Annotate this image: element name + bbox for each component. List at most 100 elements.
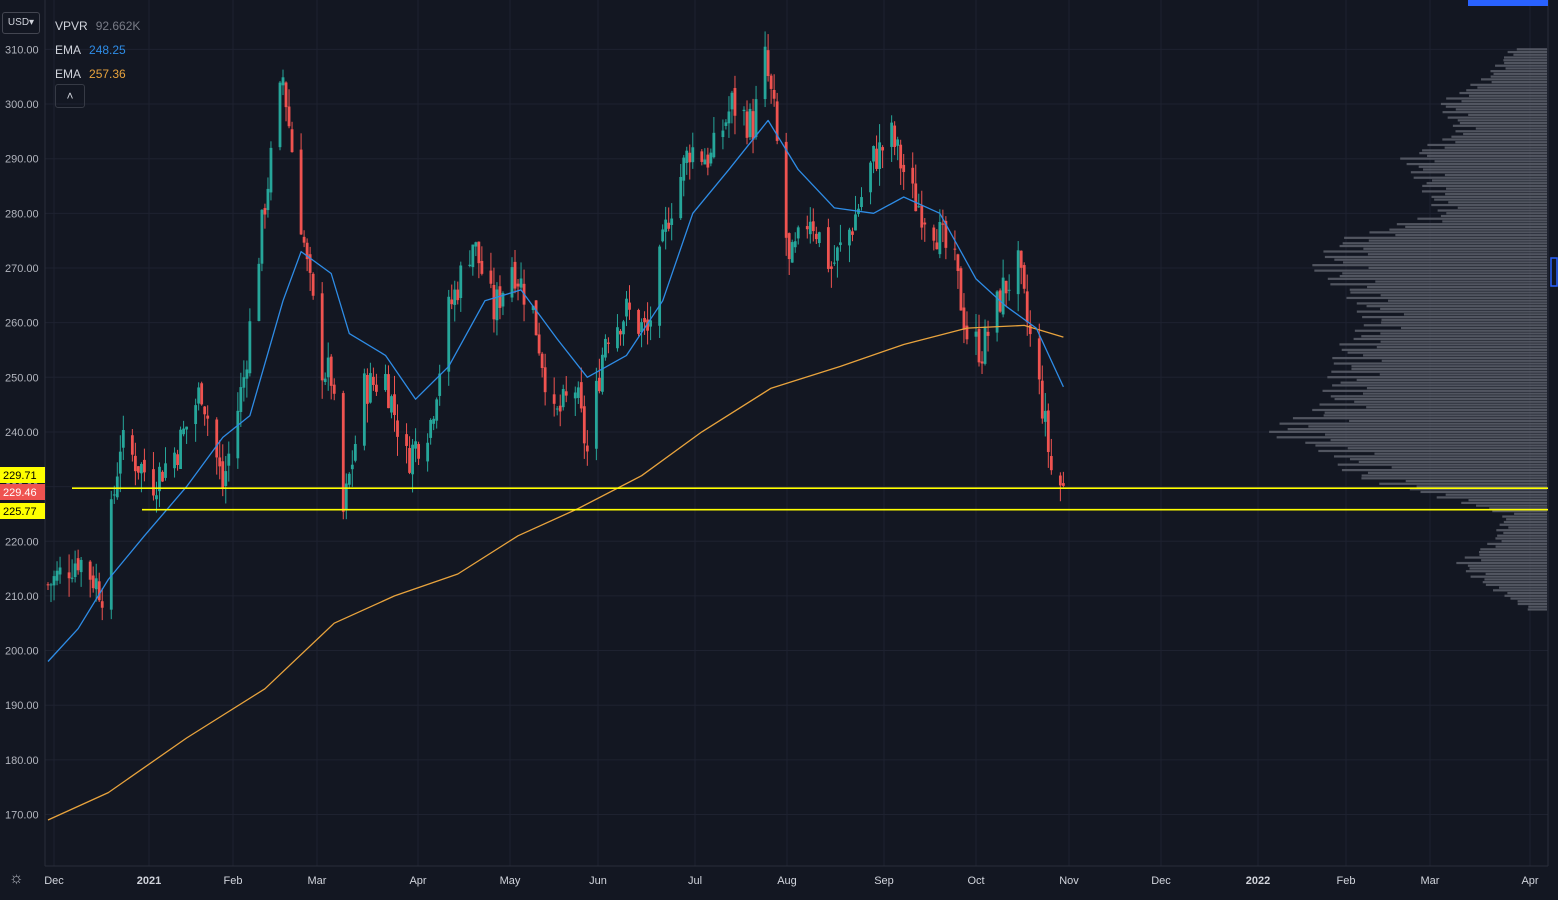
volume-profile-bar bbox=[1332, 356, 1547, 360]
currency-selector[interactable]: USD▾ bbox=[2, 12, 40, 34]
candle-body bbox=[405, 434, 408, 446]
candle-body bbox=[269, 147, 273, 193]
volume-profile-bar bbox=[1403, 313, 1547, 316]
candle-body bbox=[326, 357, 330, 378]
candle-body bbox=[260, 209, 264, 264]
volume-profile-bar bbox=[1368, 239, 1547, 242]
candle-body bbox=[341, 393, 345, 512]
candle-body bbox=[881, 147, 885, 151]
price-chart[interactable]: 310.00 300.00 290.00 280.00 270.00 260.00 250.… bbox=[0, 0, 1558, 900]
candle-body bbox=[784, 141, 788, 238]
candle-body bbox=[76, 558, 80, 571]
legend-ema-fast[interactable]: EMA 248.25 bbox=[55, 38, 140, 62]
candle-body bbox=[670, 218, 674, 226]
candle-body bbox=[353, 444, 357, 461]
volume-profile-bar bbox=[1431, 203, 1547, 207]
volume-profile-bar bbox=[1330, 438, 1547, 442]
volume-profile-bar bbox=[1269, 430, 1547, 433]
candle-body bbox=[281, 77, 285, 86]
volume-profile-bar bbox=[1375, 280, 1547, 283]
x-tick-label: Feb bbox=[224, 875, 243, 887]
candle-body bbox=[854, 214, 857, 231]
volume-profile-bar bbox=[1327, 277, 1547, 280]
volume-profile-bar bbox=[1324, 411, 1547, 414]
candle-body bbox=[468, 264, 472, 266]
candle-body bbox=[350, 464, 354, 470]
volume-profile-bar bbox=[1440, 102, 1547, 106]
volume-profile-bar bbox=[1504, 594, 1547, 597]
volume-profile-bar bbox=[1516, 48, 1547, 51]
volume-profile-bar bbox=[1506, 518, 1547, 521]
candle-body bbox=[941, 223, 945, 225]
candle-body bbox=[176, 454, 179, 466]
candle-body bbox=[980, 361, 984, 364]
volume-profile-bar bbox=[1442, 138, 1547, 141]
candle-body bbox=[745, 111, 749, 138]
volume-profile-bar bbox=[1325, 433, 1547, 436]
volume-profile-bar bbox=[1356, 302, 1547, 305]
candle-body bbox=[52, 576, 56, 586]
legend-vpvr-value: 92.662K bbox=[95, 19, 141, 33]
volume-profile-bar bbox=[1461, 501, 1547, 504]
candle-body bbox=[447, 296, 451, 372]
candle-body bbox=[688, 152, 692, 163]
volume-profile-bar bbox=[1467, 564, 1547, 567]
candle-body bbox=[872, 146, 875, 162]
legend-collapse-button[interactable]: ˄ bbox=[55, 84, 85, 108]
legend-ema-fast-value: 248.25 bbox=[89, 43, 126, 57]
volume-profile-bar bbox=[1349, 458, 1547, 461]
candle-body bbox=[772, 89, 776, 99]
candle-body bbox=[245, 369, 249, 379]
candle-body bbox=[290, 129, 294, 153]
y-tick-label: 290.00 bbox=[5, 154, 39, 166]
legend-ema-slow[interactable]: EMA 257.36 bbox=[55, 62, 140, 86]
volume-profile-bar bbox=[1491, 80, 1547, 84]
volume-profile-bar bbox=[1469, 567, 1547, 570]
volume-profile-bar bbox=[1423, 168, 1547, 171]
candle-body bbox=[769, 75, 773, 89]
volume-profile-bar bbox=[1437, 209, 1547, 212]
candle-body bbox=[152, 469, 155, 496]
candle-body bbox=[763, 46, 767, 100]
candle-body bbox=[911, 167, 915, 184]
volume-profile-bar bbox=[1369, 231, 1547, 234]
candle-body bbox=[320, 293, 324, 381]
volume-profile-bar bbox=[1418, 165, 1547, 168]
volume-profile-bar bbox=[1342, 242, 1547, 245]
candle-body bbox=[1007, 289, 1011, 291]
volume-profile-bar bbox=[1363, 247, 1547, 250]
candle-body bbox=[88, 561, 92, 580]
volume-profile-bar bbox=[1368, 266, 1547, 269]
candle-body bbox=[848, 229, 851, 246]
candle-body bbox=[706, 154, 710, 168]
x-tick-label: Feb bbox=[1337, 875, 1356, 887]
settings-gear-icon[interactable]: ☼ bbox=[9, 870, 24, 888]
candle-body bbox=[516, 283, 520, 287]
volume-profile-bar bbox=[1440, 214, 1547, 218]
volume-profile-bar bbox=[1312, 264, 1547, 267]
legend-vpvr[interactable]: VPVR 92.662K bbox=[55, 14, 140, 38]
volume-profile-bar bbox=[1337, 463, 1547, 466]
volume-profile-bar bbox=[1513, 53, 1547, 56]
candle-body bbox=[811, 221, 815, 232]
volume-profile-bar bbox=[1361, 477, 1547, 480]
candle-body bbox=[118, 451, 122, 474]
volume-profile-bar bbox=[1287, 428, 1547, 431]
candle-body bbox=[582, 406, 586, 444]
candle-body bbox=[299, 149, 303, 235]
candle-body bbox=[832, 262, 836, 264]
candle-body bbox=[540, 353, 544, 368]
candle-body bbox=[628, 302, 631, 310]
volume-profile-bar bbox=[1442, 111, 1547, 114]
volume-profile-bar bbox=[1422, 149, 1547, 152]
candle-body bbox=[721, 130, 725, 138]
volume-profile-bar bbox=[1446, 187, 1547, 190]
candle-body bbox=[805, 226, 809, 230]
volume-profile-bar bbox=[1468, 113, 1547, 116]
candle-body bbox=[956, 254, 960, 272]
volume-profile-bar bbox=[1470, 83, 1547, 86]
volume-profile-bar bbox=[1417, 217, 1547, 220]
volume-profile-bar bbox=[1308, 425, 1547, 428]
candle-body bbox=[1001, 277, 1005, 315]
volume-profile-bar bbox=[1475, 127, 1547, 130]
